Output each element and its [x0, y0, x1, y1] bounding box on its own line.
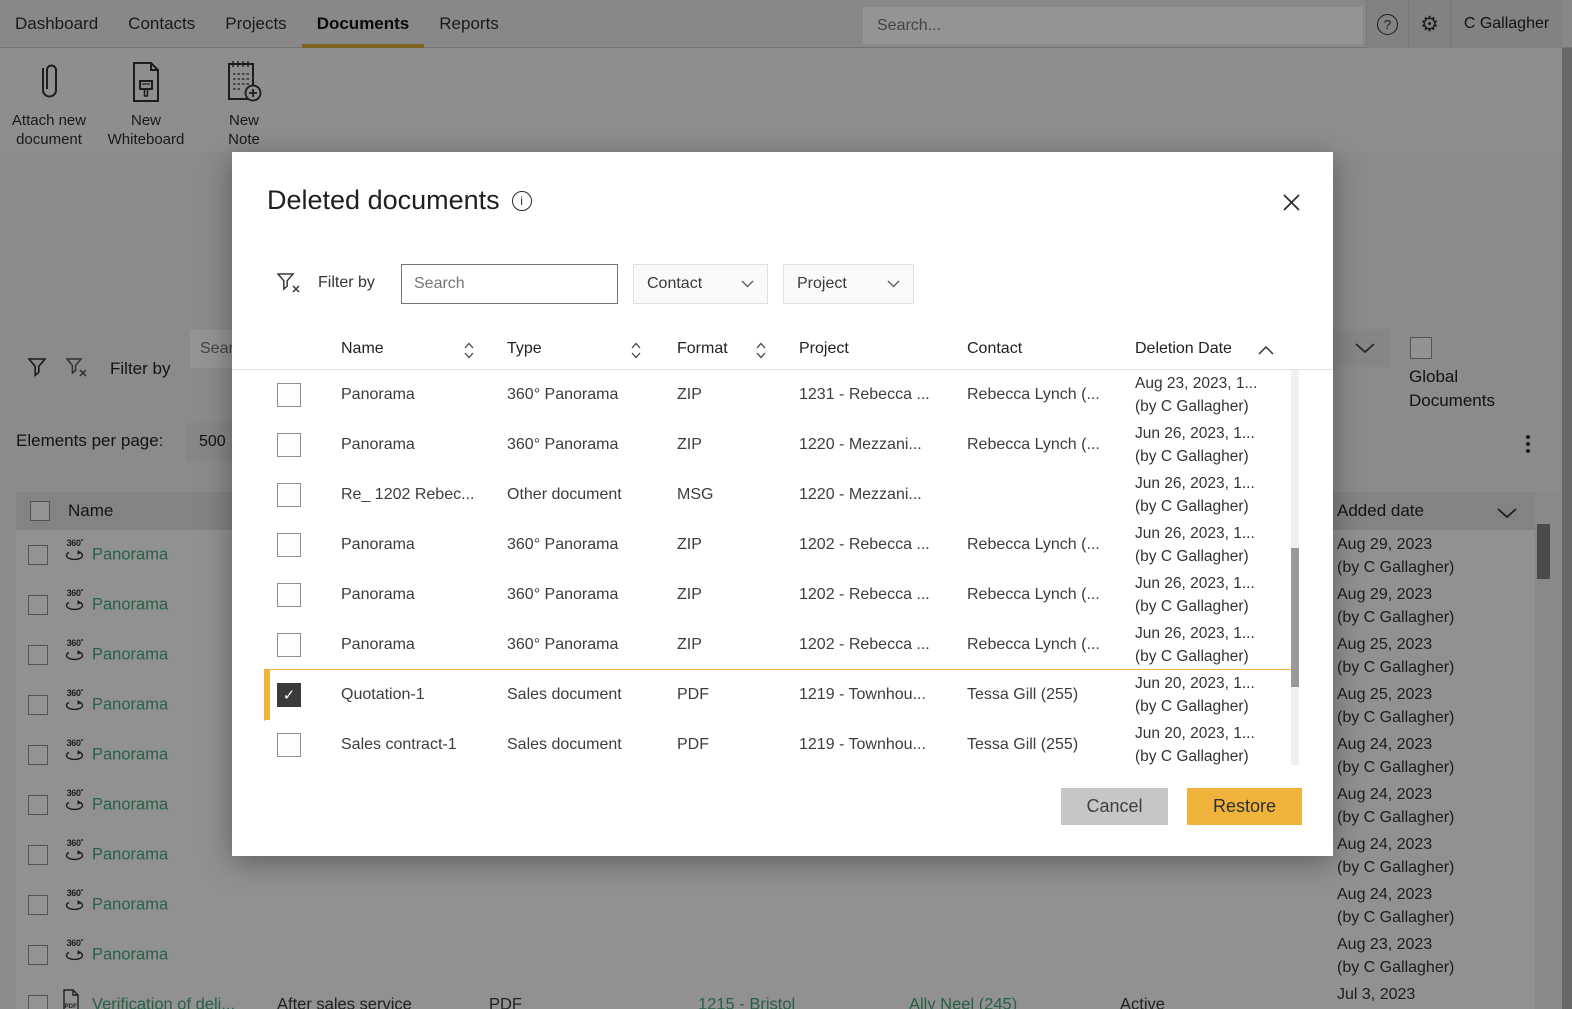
document-type: 360° Panorama: [507, 386, 667, 404]
deletion-date: Jun 26, 2023, 1...(by C Gallagher): [1135, 472, 1291, 518]
document-contact: Rebecca Lynch (...: [967, 536, 1125, 554]
dialog-title: Deleted documents: [267, 185, 500, 216]
deletion-date: Jun 26, 2023, 1...(by C Gallagher): [1135, 422, 1291, 468]
clear-filter-icon[interactable]: [277, 273, 301, 294]
row-checkbox[interactable]: [277, 633, 301, 657]
document-contact: Rebecca Lynch (...: [967, 436, 1125, 454]
column-header-project[interactable]: Project: [799, 340, 849, 358]
document-name: Sales contract-1: [341, 736, 499, 754]
document-format: ZIP: [677, 436, 767, 454]
document-contact: Rebecca Lynch (...: [967, 586, 1125, 604]
row-checkbox[interactable]: [277, 533, 301, 557]
restore-button[interactable]: Restore: [1187, 788, 1302, 825]
document-name: Panorama: [341, 536, 499, 554]
deleted-document-row[interactable]: Panorama 360° Panorama ZIP 1202 - Rebecc…: [265, 620, 1291, 670]
document-format: PDF: [677, 686, 767, 704]
document-project: 1219 - Townhou...: [799, 736, 951, 754]
contact-filter-label: Contact: [647, 275, 702, 293]
column-header-type[interactable]: Type: [507, 340, 542, 358]
deleted-documents-search-input[interactable]: [401, 264, 618, 304]
contact-filter-select[interactable]: Contact: [633, 264, 768, 304]
document-contact: Rebecca Lynch (...: [967, 386, 1125, 404]
document-name: Quotation-1: [341, 686, 499, 704]
document-project: 1202 - Rebecca ...: [799, 636, 951, 654]
project-filter-select[interactable]: Project: [783, 264, 914, 304]
filter-by-label: Filter by: [318, 274, 375, 292]
deleted-documents-table-header: Name Type Format Project Contact Deletio…: [232, 330, 1333, 370]
document-project: 1231 - Rebecca ...: [799, 386, 951, 404]
document-format: PDF: [677, 736, 767, 754]
document-contact: Tessa Gill (255): [967, 686, 1125, 704]
document-format: ZIP: [677, 636, 767, 654]
deletion-date: Jun 26, 2023, 1...(by C Gallagher): [1135, 572, 1291, 618]
document-name: Panorama: [341, 636, 499, 654]
row-checkbox[interactable]: [277, 433, 301, 457]
document-format: ZIP: [677, 536, 767, 554]
document-project: 1220 - Mezzani...: [799, 436, 951, 454]
deletion-date: Jun 20, 2023, 1...(by C Gallagher): [1135, 672, 1291, 718]
row-checkbox[interactable]: [277, 383, 301, 407]
document-format: ZIP: [677, 386, 767, 404]
deleted-document-row[interactable]: Panorama 360° Panorama ZIP 1202 - Rebecc…: [265, 570, 1291, 620]
cancel-button[interactable]: Cancel: [1061, 788, 1168, 825]
deleted-document-row[interactable]: Sales contract-1 Sales document PDF 1219…: [265, 720, 1291, 770]
column-header-contact[interactable]: Contact: [967, 340, 1022, 358]
deleted-document-row[interactable]: Panorama 360° Panorama ZIP 1202 - Rebecc…: [265, 520, 1291, 570]
document-name: Panorama: [341, 386, 499, 404]
document-name: Re_ 1202 Rebec...: [341, 486, 499, 504]
deletion-date: Jun 20, 2023, 1...(by C Gallagher): [1135, 722, 1291, 768]
column-header-deletion-date[interactable]: Deletion Date: [1135, 340, 1232, 358]
dialog-scrollbar-thumb[interactable]: [1291, 548, 1299, 687]
sort-ascending-icon[interactable]: [1258, 346, 1274, 355]
deleted-document-row[interactable]: Re_ 1202 Rebec... Other document MSG 122…: [265, 470, 1291, 520]
project-filter-label: Project: [797, 275, 847, 293]
deleted-document-row[interactable]: Quotation-1 Sales document PDF 1219 - To…: [265, 670, 1291, 720]
document-type: 360° Panorama: [507, 636, 667, 654]
info-icon[interactable]: i: [512, 191, 532, 211]
document-type: Sales document: [507, 736, 667, 754]
column-header-name[interactable]: Name: [341, 340, 384, 358]
document-name: Panorama: [341, 586, 499, 604]
row-checkbox[interactable]: [277, 733, 301, 757]
document-name: Panorama: [341, 436, 499, 454]
sort-icon[interactable]: [756, 342, 766, 359]
chevron-down-icon: [741, 280, 754, 288]
row-checkbox[interactable]: [277, 483, 301, 507]
document-format: MSG: [677, 486, 767, 504]
column-header-format[interactable]: Format: [677, 340, 728, 358]
document-project: 1219 - Townhou...: [799, 686, 951, 704]
row-checkbox[interactable]: [277, 583, 301, 607]
document-contact: Tessa Gill (255): [967, 736, 1125, 754]
close-icon[interactable]: [1277, 188, 1305, 216]
deleted-documents-dialog: Deleted documents i Filter by Contact Pr…: [232, 152, 1333, 856]
sort-icon[interactable]: [631, 342, 641, 359]
sort-icon[interactable]: [464, 342, 474, 359]
document-format: ZIP: [677, 586, 767, 604]
document-project: 1202 - Rebecca ...: [799, 586, 951, 604]
chevron-down-icon: [887, 280, 900, 288]
document-type: 360° Panorama: [507, 586, 667, 604]
deletion-date: Jun 26, 2023, 1...(by C Gallagher): [1135, 522, 1291, 568]
document-contact: Rebecca Lynch (...: [967, 636, 1125, 654]
document-type: 360° Panorama: [507, 536, 667, 554]
deletion-date: Jun 26, 2023, 1...(by C Gallagher): [1135, 622, 1291, 668]
deleted-document-row[interactable]: Panorama 360° Panorama ZIP 1220 - Mezzan…: [265, 420, 1291, 470]
row-checkbox[interactable]: [277, 683, 301, 707]
document-project: 1202 - Rebecca ...: [799, 536, 951, 554]
document-type: Other document: [507, 486, 667, 504]
document-type: 360° Panorama: [507, 436, 667, 454]
document-project: 1220 - Mezzani...: [799, 486, 951, 504]
deleted-documents-table-body: Panorama 360° Panorama ZIP 1231 - Rebecc…: [265, 370, 1291, 770]
document-type: Sales document: [507, 686, 667, 704]
deleted-document-row[interactable]: Panorama 360° Panorama ZIP 1231 - Rebecc…: [265, 370, 1291, 420]
deletion-date: Aug 23, 2023, 1...(by C Gallagher): [1135, 372, 1291, 418]
dialog-scrollbar[interactable]: [1291, 370, 1299, 765]
